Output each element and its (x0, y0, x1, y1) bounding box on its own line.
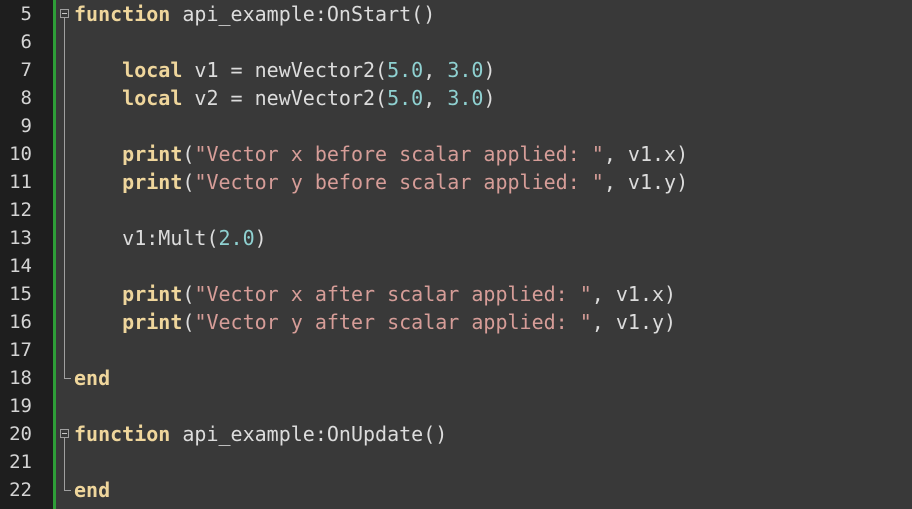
line-number: 12 (9, 199, 32, 221)
code-text[interactable]: print("Vector y after scalar applied: ",… (74, 308, 676, 336)
number-token: 2.0 (218, 226, 255, 250)
fold-end-marker (64, 490, 71, 491)
plain-token: , v1.y) (591, 310, 677, 334)
keyword-token: end (74, 366, 111, 390)
keyword-token: print (122, 170, 183, 194)
code-line[interactable]: 8 local v2 = newVector2(5.0, 3.0) (0, 84, 912, 112)
line-number: 15 (9, 283, 32, 305)
code-text[interactable]: v1:Mult(2.0) (74, 224, 267, 252)
line-number: 19 (9, 395, 32, 417)
line-number: 10 (9, 143, 32, 165)
code-text[interactable]: print("Vector x after scalar applied: ",… (74, 280, 676, 308)
code-line[interactable]: 5 function api_example:OnStart() (0, 0, 912, 28)
code-text[interactable]: function api_example:OnStart() (74, 0, 435, 28)
line-number: 13 (9, 227, 32, 249)
plain-token: api_example:OnStart() (170, 2, 436, 26)
keyword-token: print (122, 282, 183, 306)
plain-token: , v1.y) (603, 170, 689, 194)
plain-token: ( (182, 170, 195, 194)
code-line[interactable]: 16 print("Vector y after scalar applied:… (0, 308, 912, 336)
line-number: 17 (9, 339, 32, 361)
code-line[interactable]: 10 print("Vector x before scalar applied… (0, 140, 912, 168)
fold-minus-icon[interactable] (60, 429, 69, 438)
code-line[interactable]: 9 (0, 112, 912, 140)
string-token: "Vector y before scalar applied: " (194, 170, 604, 194)
keyword-token: function (74, 2, 171, 26)
line-number: 18 (9, 367, 32, 389)
keyword-token: print (122, 310, 183, 334)
plain-token: api_example:OnUpdate() (170, 422, 448, 446)
line-number: 6 (20, 31, 32, 53)
line-number: 14 (9, 255, 32, 277)
code-line[interactable]: 15 print("Vector x after scalar applied:… (0, 280, 912, 308)
plain-token: , (423, 58, 448, 82)
line-number: 21 (9, 451, 32, 473)
fold-guide-line (64, 18, 65, 378)
code-line[interactable]: 14 (0, 252, 912, 280)
line-number: 20 (9, 423, 32, 445)
keyword-token: local (122, 58, 183, 82)
line-number: 8 (20, 87, 32, 109)
plain-token: v1 = newVector2( (182, 58, 388, 82)
plain-token: ( (182, 142, 195, 166)
plain-token: , (423, 86, 448, 110)
fold-guide-line (64, 438, 65, 490)
code-text[interactable]: print("Vector y before scalar applied: "… (74, 168, 688, 196)
plain-token: ) (483, 86, 496, 110)
code-line[interactable]: 12 (0, 196, 912, 224)
number-token: 5.0 (387, 86, 424, 110)
string-token: "Vector y after scalar applied: " (194, 310, 592, 334)
plain-token: ( (182, 282, 195, 306)
code-text[interactable]: local v1 = newVector2(5.0, 3.0) (74, 56, 495, 84)
code-line[interactable]: 18 end (0, 364, 912, 392)
keyword-token: function (74, 422, 171, 446)
fold-end-marker (64, 378, 71, 379)
code-line[interactable]: 19 (0, 392, 912, 420)
fold-minus-icon[interactable] (60, 9, 69, 18)
code-editor[interactable]: 5 function api_example:OnStart() 6 7 local … (0, 0, 912, 509)
code-line[interactable]: 17 (0, 336, 912, 364)
number-token: 3.0 (447, 86, 484, 110)
line-number: 9 (20, 115, 32, 137)
plain-token: ( (182, 310, 195, 334)
code-line[interactable]: 20 function api_example:OnUpdate() (0, 420, 912, 448)
line-number: 7 (20, 59, 32, 81)
plain-token: ) (483, 58, 496, 82)
code-text[interactable]: end (74, 364, 110, 392)
number-token: 5.0 (387, 58, 424, 82)
keyword-token: end (74, 478, 111, 502)
plain-token: v1:Mult( (74, 226, 219, 250)
number-token: 3.0 (447, 58, 484, 82)
plain-token: v2 = newVector2( (182, 86, 388, 110)
plain-token: , v1.x) (603, 142, 689, 166)
plain-token: ) (254, 226, 267, 250)
code-text[interactable]: local v2 = newVector2(5.0, 3.0) (74, 84, 495, 112)
code-line[interactable]: 13 v1:Mult(2.0) (0, 224, 912, 252)
line-number: 5 (20, 3, 32, 25)
code-line[interactable]: 7 local v1 = newVector2(5.0, 3.0) (0, 56, 912, 84)
code-line[interactable]: 21 (0, 448, 912, 476)
line-number: 11 (9, 171, 32, 193)
plain-token: , v1.x) (591, 282, 677, 306)
code-line[interactable]: 22 end (0, 476, 912, 504)
code-text[interactable]: function api_example:OnUpdate() (74, 420, 447, 448)
keyword-token: print (122, 142, 183, 166)
keyword-token: local (122, 86, 183, 110)
string-token: "Vector x before scalar applied: " (194, 142, 604, 166)
code-text[interactable]: print("Vector x before scalar applied: "… (74, 140, 688, 168)
line-number: 16 (9, 311, 32, 333)
code-line[interactable]: 11 print("Vector y before scalar applied… (0, 168, 912, 196)
line-number: 22 (9, 479, 32, 501)
code-text[interactable]: end (74, 476, 110, 504)
string-token: "Vector x after scalar applied: " (194, 282, 592, 306)
code-line[interactable]: 6 (0, 28, 912, 56)
